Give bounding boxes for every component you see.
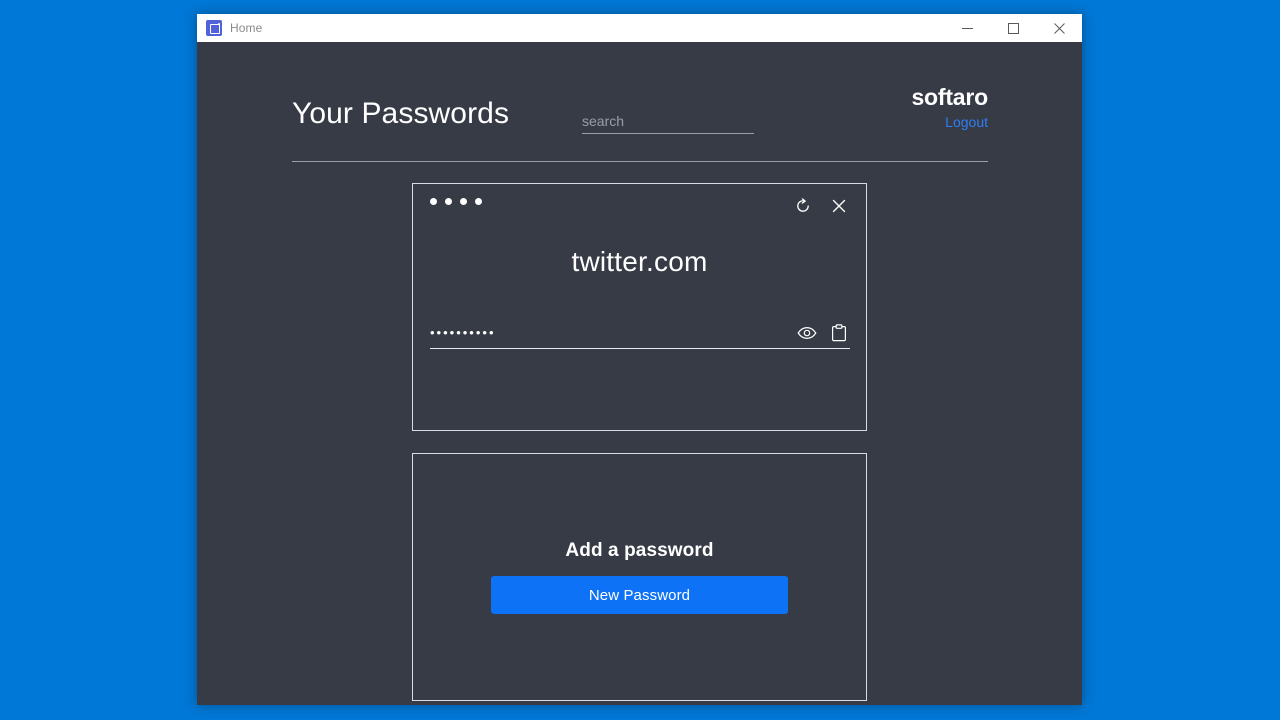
copy-password-button[interactable] [829, 323, 849, 343]
refresh-button[interactable] [793, 196, 813, 216]
password-masked-value[interactable]: •••••••••• [430, 325, 797, 340]
password-entry-card: twitter.com •••••••••• [412, 183, 867, 431]
entry-card-actions [793, 196, 849, 216]
password-strength-dots [430, 198, 482, 205]
titlebar-left-group: Home [197, 20, 262, 36]
add-password-title: Add a password [565, 540, 714, 561]
app-window: Home Your Passwords search softaro Logou… [197, 14, 1082, 705]
strength-dot [445, 198, 452, 205]
strength-dot [460, 198, 467, 205]
page-title: Your Passwords [292, 97, 510, 130]
minimize-icon [961, 27, 973, 29]
reveal-password-button[interactable] [797, 323, 817, 343]
clipboard-icon [832, 323, 847, 341]
window-titlebar: Home [197, 14, 1082, 42]
search-field-wrapper [582, 113, 754, 134]
minimize-button[interactable] [944, 14, 990, 42]
app-logo-icon [206, 20, 222, 36]
strength-dot [475, 198, 482, 205]
header-divider [292, 161, 988, 162]
password-field-icons [797, 323, 850, 343]
entry-site-name: twitter.com [571, 246, 708, 277]
close-icon [832, 199, 846, 213]
logout-link[interactable]: Logout [945, 114, 988, 130]
close-icon [1053, 22, 1065, 34]
eye-icon [797, 326, 817, 339]
brand-name: softaro [911, 84, 988, 110]
new-password-button[interactable]: New Password [491, 576, 788, 614]
window-title: Home [230, 21, 263, 35]
maximize-button[interactable] [990, 14, 1036, 42]
brand-block: softaro Logout [911, 84, 988, 132]
maximize-icon [1007, 22, 1019, 34]
add-password-inner: Add a password New Password [413, 454, 866, 700]
window-controls [944, 14, 1082, 42]
close-button[interactable] [1036, 14, 1082, 42]
search-input[interactable] [582, 113, 754, 134]
app-content: Your Passwords softaro Logout [197, 42, 1082, 705]
strength-dot [430, 198, 437, 205]
page-header: Your Passwords softaro Logout [292, 84, 988, 161]
password-field-row: •••••••••• [430, 317, 850, 349]
refresh-icon [797, 198, 809, 212]
close-entry-button[interactable] [829, 196, 849, 216]
add-password-card: Add a password New Password [412, 453, 867, 701]
